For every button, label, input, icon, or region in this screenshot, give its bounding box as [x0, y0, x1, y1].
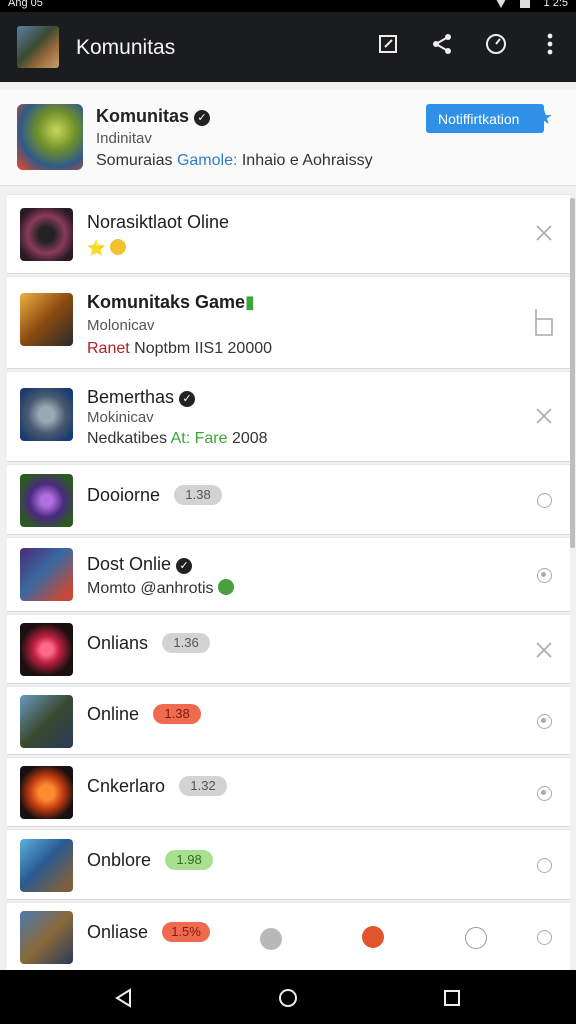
- radio-button[interactable]: [534, 927, 554, 947]
- list-item[interactable]: Onlians 1.36: [7, 614, 570, 684]
- item-subtitle: Mokinicav: [87, 409, 154, 426]
- list-item[interactable]: Onblore 1.98: [7, 829, 570, 900]
- puzzle-icon[interactable]: [465, 927, 487, 949]
- app-logo: [17, 26, 59, 68]
- list-item[interactable]: Norasiktlaot Oline ⭐: [7, 194, 570, 274]
- item-title: Cnkerlaro: [87, 776, 166, 796]
- radio-button[interactable]: [534, 855, 554, 875]
- radio-button[interactable]: [534, 565, 554, 585]
- community-thumbnail: [17, 104, 83, 170]
- list-item[interactable]: Cnkerlaro 1.32: [7, 757, 570, 827]
- community-name: Komunitas: [96, 106, 190, 126]
- game-icon: [20, 474, 73, 527]
- star-icon[interactable]: ★: [535, 106, 553, 130]
- item-detail: Momto @anhrotis: [87, 580, 214, 597]
- star-emoji: ⭐: [87, 240, 106, 257]
- list-item[interactable]: Komunitaks Game▮ Molonicav Ranet Noptbm …: [7, 276, 570, 369]
- more-vert-icon[interactable]: [538, 32, 562, 56]
- system-nav-bar: [0, 970, 576, 1024]
- verified-icon: ✓: [179, 391, 196, 407]
- version-badge: 1.32: [179, 776, 228, 796]
- emoji-icon: [110, 239, 127, 255]
- timer-icon[interactable]: [484, 32, 508, 56]
- radio-button[interactable]: [534, 711, 554, 731]
- version-badge: 1.98: [165, 850, 214, 870]
- back-icon[interactable]: [112, 986, 136, 1010]
- edit-icon[interactable]: [376, 32, 400, 56]
- item-title: Onblore: [87, 850, 152, 870]
- close-icon[interactable]: [534, 640, 554, 660]
- close-icon[interactable]: [534, 406, 554, 426]
- app-bar: Komunitas: [0, 12, 576, 82]
- status-time: Ang 05: [8, 0, 43, 9]
- game-icon: [20, 695, 73, 748]
- item-title: Bemerthas: [87, 387, 175, 407]
- item-subtitle: Molonicav: [87, 317, 155, 334]
- list-item[interactable]: Dooiorne 1.38: [7, 464, 570, 535]
- game-icon: [20, 623, 73, 676]
- scrollbar[interactable]: [570, 198, 575, 548]
- list-item[interactable]: Dost Onlie ✓ Momto @anhrotis: [7, 537, 570, 612]
- item-detail: Ranet Noptbm IIS1 20000: [87, 340, 273, 357]
- version-badge: 1.36: [162, 633, 211, 653]
- signal-icon: [495, 0, 506, 8]
- fire-icon[interactable]: [362, 926, 384, 948]
- radio-button[interactable]: [534, 783, 554, 803]
- community-list: Norasiktlaot Oline ⭐ Komunitaks Game▮ Mo…: [7, 194, 570, 974]
- status-clock: 1 2:5: [543, 0, 568, 9]
- share-icon[interactable]: [430, 32, 454, 56]
- game-icon: [20, 388, 73, 441]
- game-icon: [20, 839, 73, 892]
- verified-icon: ✓: [194, 110, 211, 126]
- recents-icon[interactable]: [440, 986, 464, 1010]
- item-title: Komunitaks Game: [87, 292, 246, 312]
- battery-icon: [519, 0, 530, 8]
- status-bar: Ang 05 1 2:5: [0, 0, 576, 12]
- item-title: Dost Onlie: [87, 554, 172, 574]
- item-title: Online: [87, 704, 140, 724]
- version-badge: 1.38: [174, 485, 223, 505]
- game-icon: [20, 548, 73, 601]
- item-detail: Nedkatibes At: Fare 2008: [87, 430, 268, 447]
- community-subtitle: Indinitav: [96, 130, 152, 147]
- home-icon[interactable]: [276, 986, 300, 1010]
- list-item[interactable]: Onliase 1.5%: [7, 902, 570, 972]
- version-badge: 1.38: [153, 704, 202, 724]
- verified-icon: ✓: [176, 558, 193, 574]
- page-title: Komunitas: [76, 36, 176, 59]
- gear-icon[interactable]: [260, 928, 282, 950]
- bracket-icon[interactable]: [534, 307, 554, 337]
- item-title: Norasiktlaot Oline: [87, 212, 230, 232]
- notification-button[interactable]: Notiffirtkation: [426, 104, 544, 133]
- radio-button[interactable]: [534, 490, 554, 510]
- list-item[interactable]: Online 1.38: [7, 686, 570, 755]
- game-icon: [20, 293, 73, 346]
- leaf-icon: [217, 579, 234, 595]
- community-header: Komunitas ✓ Indinitav Somuraias Gamole: I…: [0, 90, 576, 186]
- community-description: Somuraias Gamole: Inhaio e Aohraissy: [96, 152, 373, 169]
- list-item[interactable]: Bemerthas ✓ Mokinicav Nedkatibes At: Fare…: [7, 371, 570, 462]
- item-title: Onlians: [87, 633, 149, 653]
- game-icon: [20, 766, 73, 819]
- game-icon: [20, 208, 73, 261]
- close-icon[interactable]: [534, 223, 554, 243]
- item-title: Dooiorne: [87, 485, 161, 505]
